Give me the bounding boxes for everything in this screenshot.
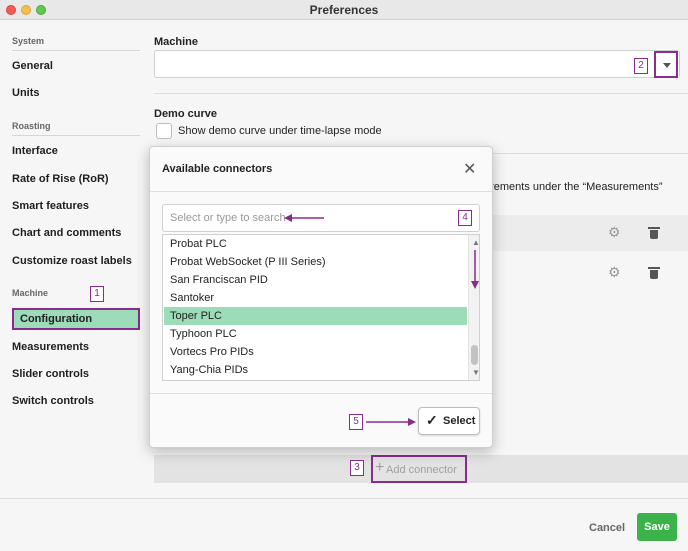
add-connector-label: Add connector bbox=[386, 464, 457, 476]
list-item[interactable]: Vortecs Pro PIDs bbox=[164, 343, 467, 361]
footer bbox=[0, 498, 688, 551]
machine-select[interactable] bbox=[154, 50, 680, 78]
sidebar-item-general[interactable]: General bbox=[12, 60, 53, 72]
measurements-hint-text: urements under the “Measurements” bbox=[484, 181, 663, 193]
sidebar-item-customize-roast-labels[interactable]: Customize roast labels bbox=[12, 255, 132, 267]
sidebar-item-slider-controls[interactable]: Slider controls bbox=[12, 368, 89, 380]
section-divider bbox=[154, 93, 688, 94]
sidebar-section-roasting: Roasting bbox=[12, 121, 51, 131]
scroll-down-icon[interactable]: ▼ bbox=[472, 368, 479, 377]
sidebar-item-configuration[interactable]: Configuration bbox=[12, 308, 140, 330]
list-item[interactable]: Probat WebSocket (P III Series) bbox=[164, 253, 467, 271]
sidebar-item-interface[interactable]: Interface bbox=[12, 145, 58, 157]
annotation-badge-4: 4 bbox=[458, 210, 472, 226]
machine-label: Machine bbox=[154, 36, 199, 48]
select-button[interactable]: ✓ Select bbox=[418, 407, 480, 435]
list-item[interactable]: Typhoon PLC bbox=[164, 325, 467, 343]
gear-icon[interactable]: ⚙ bbox=[608, 264, 621, 281]
add-connector-button[interactable]: + Add connector bbox=[371, 455, 467, 483]
annotation-arrow-left bbox=[284, 214, 324, 222]
close-icon[interactable]: ✕ bbox=[463, 159, 476, 179]
scrollbar-thumb[interactable] bbox=[471, 345, 478, 365]
sidebar-section-system: System bbox=[12, 36, 45, 46]
list-item-selected[interactable]: Toper PLC bbox=[164, 307, 467, 325]
connector-list[interactable]: Probat PLC Probat WebSocket (P III Serie… bbox=[162, 234, 480, 381]
checkmark-icon: ✓ bbox=[426, 412, 438, 428]
demo-curve-checkbox-label: Show demo curve under time-lapse mode bbox=[178, 125, 382, 137]
dialog-divider bbox=[150, 393, 492, 394]
plus-icon: + bbox=[375, 459, 385, 476]
annotation-arrow-down bbox=[471, 250, 479, 289]
sidebar-item-units[interactable]: Units bbox=[12, 87, 40, 99]
title-bar: Preferences bbox=[0, 0, 688, 20]
trash-icon[interactable] bbox=[648, 227, 660, 239]
list-item[interactable]: Santoker bbox=[164, 289, 467, 307]
sidebar-item-measurements[interactable]: Measurements bbox=[12, 341, 89, 353]
sidebar-item-chart-and-comments[interactable]: Chart and comments bbox=[12, 227, 121, 239]
sidebar-divider bbox=[12, 135, 140, 136]
annotation-arrow-right bbox=[366, 418, 416, 426]
sidebar-item-switch-controls[interactable]: Switch controls bbox=[12, 395, 94, 407]
sidebar-item-smart-features[interactable]: Smart features bbox=[12, 200, 89, 212]
available-connectors-dialog: Available connectors ✕ Select or type to… bbox=[149, 146, 493, 448]
annotation-badge-1: 1 bbox=[90, 286, 104, 302]
demo-curve-label: Demo curve bbox=[154, 108, 217, 120]
scroll-up-icon[interactable]: ▲ bbox=[472, 238, 479, 247]
window-title: Preferences bbox=[309, 3, 379, 17]
sidebar-divider bbox=[12, 50, 140, 51]
select-button-label: Select bbox=[443, 415, 476, 427]
cancel-button[interactable]: Cancel bbox=[589, 522, 625, 534]
sidebar: System General Units Roasting Interface … bbox=[0, 20, 144, 498]
gear-icon[interactable]: ⚙ bbox=[608, 224, 621, 241]
save-button[interactable]: Save bbox=[637, 513, 677, 541]
sidebar-item-label: Configuration bbox=[20, 313, 93, 325]
dialog-divider bbox=[150, 191, 492, 192]
chevron-down-icon[interactable] bbox=[654, 51, 678, 78]
trash-icon[interactable] bbox=[648, 267, 660, 279]
annotation-badge-3: 3 bbox=[350, 460, 364, 476]
dialog-title: Available connectors bbox=[162, 163, 273, 175]
demo-curve-checkbox[interactable] bbox=[156, 123, 172, 139]
sidebar-item-rate-of-rise[interactable]: Rate of Rise (RoR) bbox=[12, 173, 109, 185]
sidebar-section-machine: Machine bbox=[12, 288, 49, 298]
list-item[interactable]: Yang-Chia PIDs bbox=[164, 361, 467, 379]
annotation-badge-5: 5 bbox=[349, 414, 363, 430]
list-item[interactable]: San Franciscan PID bbox=[164, 271, 467, 289]
annotation-badge-2: 2 bbox=[634, 58, 648, 74]
list-item[interactable]: Probat PLC bbox=[164, 235, 467, 253]
